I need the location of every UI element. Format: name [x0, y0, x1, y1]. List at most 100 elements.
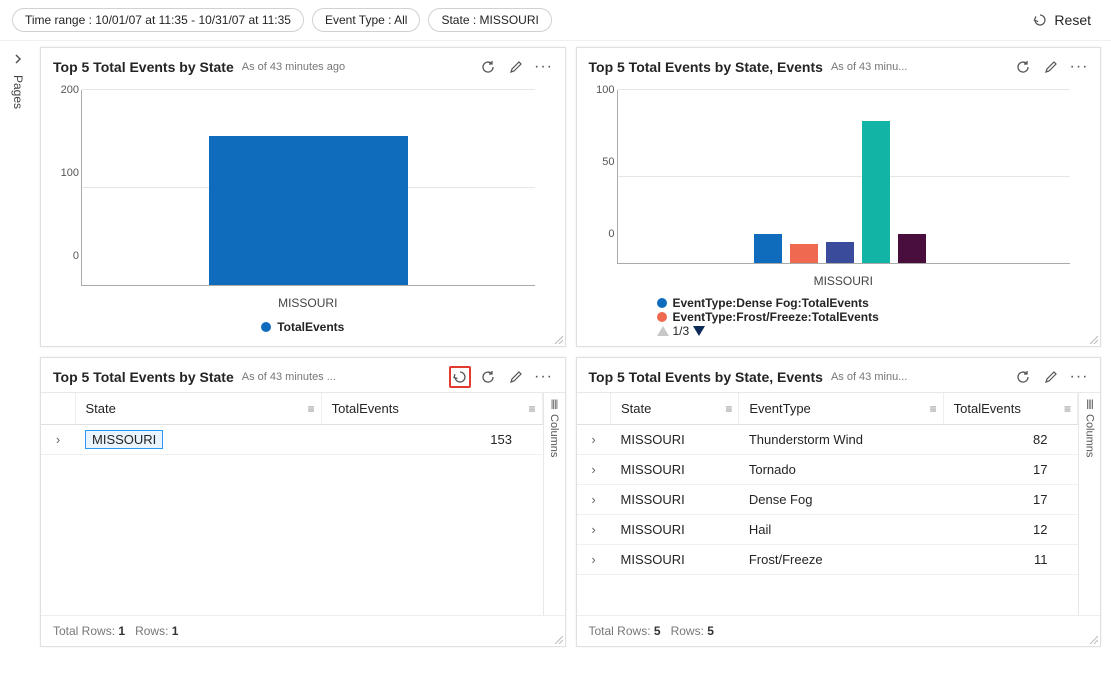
more-icon[interactable]: ··· [533, 56, 555, 78]
refresh-icon[interactable] [1012, 366, 1034, 388]
col-event[interactable]: EventType≡ [739, 393, 943, 425]
expand-row-icon[interactable]: › [577, 455, 611, 485]
col-total[interactable]: TotalEvents≡ [943, 393, 1077, 425]
legend-page-indicator: 1/3 [673, 324, 690, 338]
ytick: 0 [591, 228, 615, 240]
cell-total: 12 [943, 515, 1077, 545]
legend-swatch-icon [657, 298, 667, 308]
edit-icon[interactable] [505, 56, 527, 78]
table-row[interactable]: ›MISSOURIFrost/Freeze11 [577, 545, 1078, 575]
cell-event: Thunderstorm Wind [739, 425, 943, 455]
pages-expand-icon[interactable] [12, 53, 24, 65]
bar-dense-fog[interactable] [754, 234, 782, 263]
bar-tornado[interactable] [898, 234, 926, 263]
x-category-label: MISSOURI [617, 274, 1071, 288]
x-category-label: MISSOURI [81, 296, 535, 310]
legend-swatch-icon [657, 312, 667, 322]
more-icon[interactable]: ··· [533, 366, 555, 388]
dashboard-grid: Top 5 Total Events by State As of 43 min… [36, 41, 1111, 670]
refresh-icon[interactable] [1012, 56, 1034, 78]
cell-state: MISSOURI [611, 515, 739, 545]
filter-time-range[interactable]: Time range : 10/01/07 at 11:35 - 10/31/0… [12, 8, 304, 32]
resize-handle-icon[interactable] [553, 334, 563, 344]
cell-total: 17 [943, 455, 1077, 485]
card-title: Top 5 Total Events by State [53, 59, 234, 75]
bar-thunderstorm-wind[interactable] [862, 121, 890, 263]
table-row[interactable]: ›MISSOURIThunderstorm Wind82 [577, 425, 1078, 455]
results-table: State≡ TotalEvents≡ › MISSOURI 153 [41, 393, 543, 455]
cell-event: Hail [739, 515, 943, 545]
edit-icon[interactable] [1040, 366, 1062, 388]
card-title: Top 5 Total Events by State, Events [589, 59, 823, 75]
bar-hail[interactable] [826, 242, 854, 263]
legend-label: TotalEvents [277, 320, 344, 334]
card-table-states: Top 5 Total Events by State As of 43 min… [40, 357, 566, 647]
card-subtitle: As of 43 minutes ago [242, 61, 345, 73]
ytick: 100 [591, 84, 615, 96]
more-icon[interactable]: ··· [1068, 56, 1090, 78]
cell-state: MISSOURI [611, 455, 739, 485]
resize-handle-icon[interactable] [1088, 334, 1098, 344]
columns-rail[interactable]: |||| Columns [1078, 393, 1100, 615]
cell-state: MISSOURI [75, 425, 321, 455]
pages-rail: Pages [0, 41, 36, 670]
results-table: State≡ EventType≡ TotalEvents≡ ›MISSOURI… [577, 393, 1079, 575]
bar-frost-freeze[interactable] [790, 244, 818, 263]
pages-label: Pages [11, 75, 25, 109]
expand-row-icon[interactable]: › [577, 515, 611, 545]
column-menu-icon[interactable]: ≡ [725, 402, 732, 416]
columns-rail[interactable]: |||| Columns [543, 393, 565, 615]
column-menu-icon[interactable]: ≡ [930, 402, 937, 416]
edit-icon[interactable] [505, 366, 527, 388]
table-row[interactable]: › MISSOURI 153 [41, 425, 542, 455]
cell-total: 82 [943, 425, 1077, 455]
cell-total: 153 [321, 425, 542, 455]
cell-event: Dense Fog [739, 485, 943, 515]
table-footer: Total Rows: 1 Rows: 1 [41, 615, 565, 646]
resize-handle-icon[interactable] [553, 634, 563, 644]
filter-event-type[interactable]: Event Type : All [312, 8, 421, 32]
column-menu-icon[interactable]: ≡ [308, 402, 315, 416]
table-row[interactable]: ›MISSOURIHail12 [577, 515, 1078, 545]
card-table-events: Top 5 Total Events by State, Events As o… [576, 357, 1102, 647]
col-state[interactable]: State≡ [75, 393, 321, 425]
refresh-icon[interactable] [477, 56, 499, 78]
col-total[interactable]: TotalEvents≡ [321, 393, 542, 425]
expand-row-icon[interactable]: › [577, 425, 611, 455]
reset-button[interactable]: Reset [1024, 8, 1099, 32]
filter-state[interactable]: State : MISSOURI [428, 8, 551, 32]
expand-row-icon[interactable]: › [577, 545, 611, 575]
table-row[interactable]: ›MISSOURITornado17 [577, 455, 1078, 485]
legend-next-icon[interactable] [693, 326, 705, 336]
expand-row-icon[interactable]: › [41, 425, 75, 455]
table-row[interactable]: ›MISSOURIDense Fog17 [577, 485, 1078, 515]
legend-prev-icon[interactable] [657, 326, 669, 336]
undo-icon[interactable] [449, 366, 471, 388]
column-menu-icon[interactable]: ≡ [1064, 402, 1071, 416]
columns-icon: |||| [1086, 399, 1092, 410]
expand-row-icon[interactable]: › [577, 485, 611, 515]
ytick: 0 [55, 250, 79, 262]
card-title: Top 5 Total Events by State, Events [589, 369, 823, 385]
chart-legend: TotalEvents [51, 316, 555, 338]
ytick: 200 [55, 84, 79, 96]
chart-legend: EventType:Dense Fog:TotalEvents EventTyp… [587, 294, 1091, 324]
reset-label: Reset [1054, 12, 1091, 28]
cell-state: MISSOURI [611, 425, 739, 455]
bar-missouri[interactable] [209, 136, 408, 285]
columns-label: Columns [548, 414, 560, 457]
col-state[interactable]: State≡ [611, 393, 739, 425]
resize-handle-icon[interactable] [1088, 634, 1098, 644]
card-subtitle: As of 43 minu... [831, 61, 907, 73]
ytick: 100 [55, 167, 79, 179]
columns-icon: |||| [551, 399, 557, 410]
ytick: 50 [591, 156, 615, 168]
card-subtitle: As of 43 minu... [831, 371, 907, 383]
cell-event: Tornado [739, 455, 943, 485]
column-menu-icon[interactable]: ≡ [528, 402, 535, 416]
cell-state: MISSOURI [611, 485, 739, 515]
edit-icon[interactable] [1040, 56, 1062, 78]
more-icon[interactable]: ··· [1068, 366, 1090, 388]
refresh-icon[interactable] [477, 366, 499, 388]
legend-label: EventType:Dense Fog:TotalEvents [673, 296, 869, 310]
